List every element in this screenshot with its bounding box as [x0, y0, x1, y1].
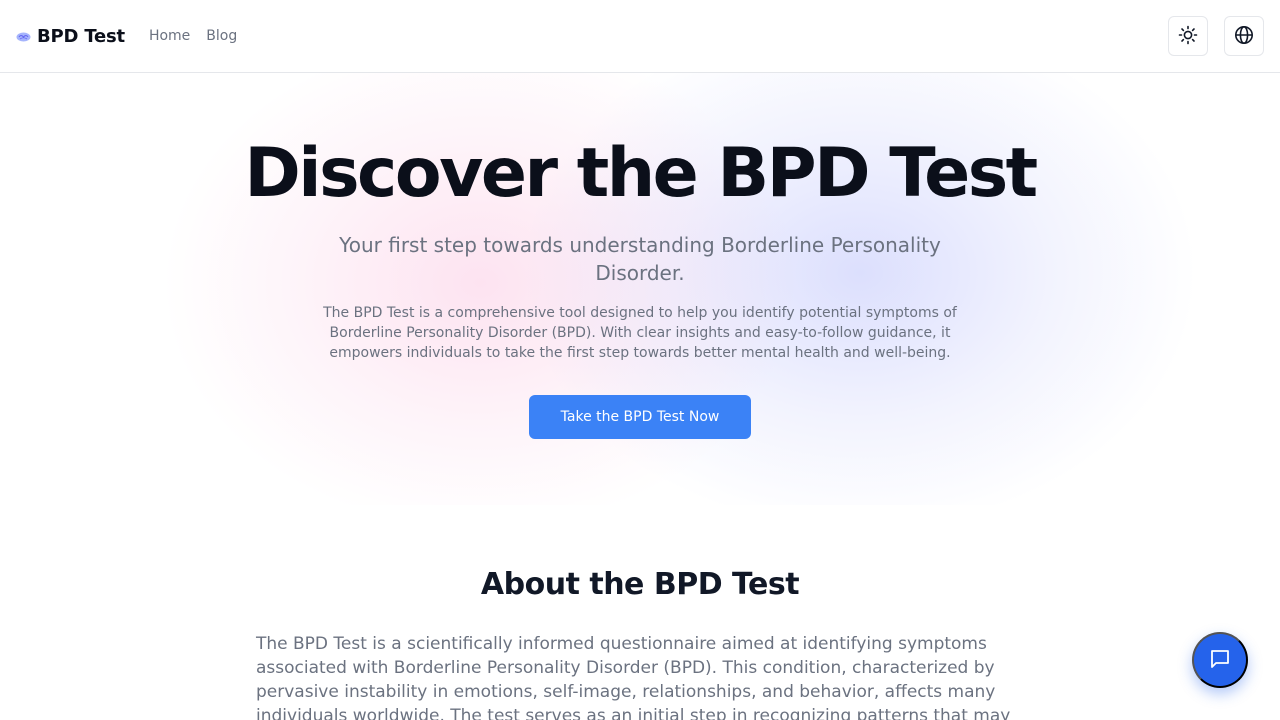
- brand-link[interactable]: BPD Test: [16, 26, 125, 47]
- about-text: The BPD Test is a scientifically informe…: [256, 634, 1011, 720]
- hero-section: Discover the BPD Test Your first step to…: [0, 73, 1280, 505]
- header-actions: [1168, 16, 1264, 56]
- theme-toggle-button[interactable]: [1168, 16, 1208, 56]
- main-nav: Home Blog: [149, 28, 237, 44]
- site-header: BPD Test Home Blog: [0, 0, 1280, 73]
- about-section: About the BPD Test The BPD Test is a sci…: [0, 505, 1280, 720]
- take-test-button[interactable]: Take the BPD Test Now: [528, 395, 752, 439]
- nav-blog-link[interactable]: Blog: [206, 28, 237, 44]
- brand-name: BPD Test: [37, 25, 125, 47]
- globe-icon: [1234, 25, 1254, 48]
- chat-button[interactable]: [1192, 632, 1248, 688]
- chat-bubble-icon: [1208, 647, 1232, 674]
- hero-subtitle: Your first step towards understanding Bo…: [339, 233, 941, 285]
- language-button[interactable]: [1224, 16, 1264, 56]
- about-title: About the BPD Test: [480, 567, 800, 602]
- brain-icon: [16, 29, 31, 44]
- hero-title: Discover the BPD Test: [244, 134, 1038, 213]
- hero-description: The BPD Test is a comprehensive tool des…: [323, 305, 957, 361]
- nav-home-link[interactable]: Home: [149, 28, 190, 44]
- sun-icon: [1178, 25, 1198, 48]
- hero-content: Discover the BPD Test Your first step to…: [0, 73, 1280, 439]
